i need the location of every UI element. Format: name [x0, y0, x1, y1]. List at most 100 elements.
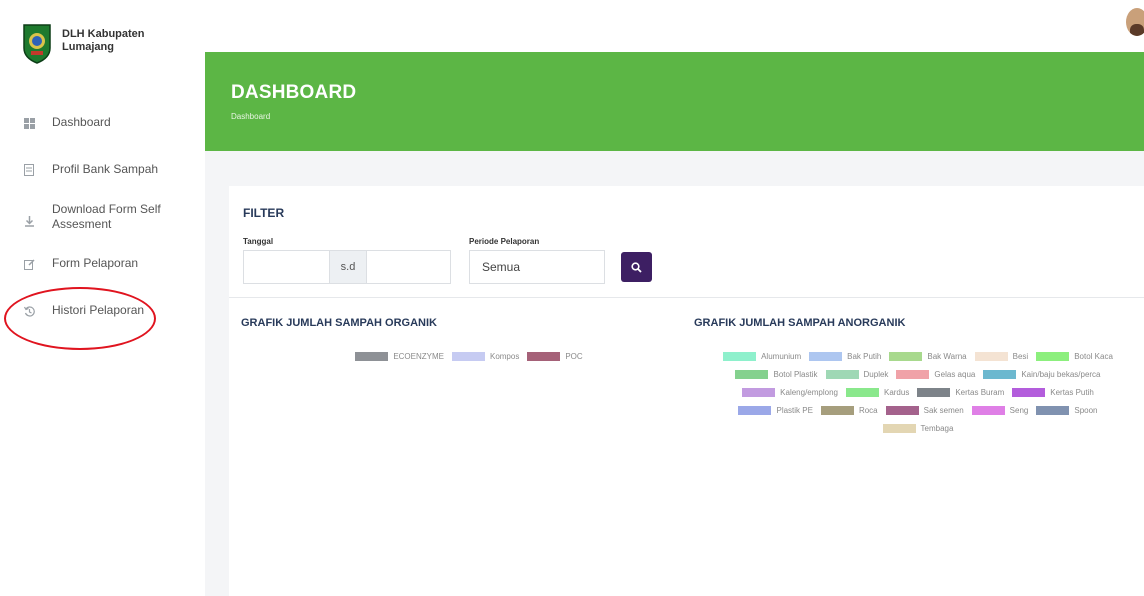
edit-icon: [22, 257, 36, 271]
legend-label: Kardus: [883, 387, 910, 397]
sidebar-item-download-form[interactable]: Download Form Self Assesment: [0, 202, 205, 232]
sidebar-item-dashboard[interactable]: Dashboard: [0, 108, 205, 138]
legend-label: Kertas Putih: [1050, 387, 1094, 397]
filter-title: FILTER: [243, 206, 285, 220]
avatar[interactable]: [1126, 8, 1144, 36]
legend-swatch: [885, 405, 919, 415]
legend-label: Duplek: [863, 369, 889, 379]
legend-label: Seng: [1009, 405, 1029, 415]
date-separator: s.d: [329, 250, 367, 284]
legend-label: Besi: [1012, 351, 1029, 361]
chart-title-anorganik: GRAFIK JUMLAH SAMPAH ANORGANIK: [694, 317, 906, 329]
legend-item[interactable]: Sak semen: [885, 404, 964, 416]
sidebar-item-profil-bank-sampah[interactable]: Profil Bank Sampah: [0, 155, 205, 185]
date-start-input[interactable]: [243, 250, 329, 284]
legend-label: Bak Warna: [927, 351, 967, 361]
sidebar-nav: Dashboard Profil Bank Sampah Download Fo…: [0, 108, 205, 343]
chart-title-organik: GRAFIK JUMLAH SAMPAH ORGANIK: [241, 317, 437, 329]
legend-swatch: [1036, 405, 1070, 415]
legend-item[interactable]: Roca: [820, 404, 878, 416]
legend-label: Tembaga: [920, 423, 954, 433]
legend-label: Kain/baju bekas/perca: [1021, 369, 1101, 379]
legend-item[interactable]: Botol Kaca: [1036, 350, 1113, 362]
legend-swatch: [738, 405, 772, 415]
legend-label: Sak semen: [923, 405, 964, 415]
periode-select[interactable]: Semua: [469, 250, 605, 284]
legend-swatch: [917, 387, 951, 397]
legend-item[interactable]: Kertas Buram: [917, 386, 1004, 398]
legend-item[interactable]: Botol Plastik: [735, 368, 818, 380]
brand-name: DLH Kabupaten Lumajang: [62, 28, 145, 53]
legend-item[interactable]: Besi: [974, 350, 1029, 362]
sidebar-item-label: Download Form Self Assesment: [52, 202, 161, 231]
legend-swatch: [742, 387, 776, 397]
legend-swatch: [1012, 387, 1046, 397]
legend-swatch: [974, 351, 1008, 361]
legend-organik: ECOENZYME Kompos POC: [329, 350, 609, 368]
legend-item[interactable]: Plastik PE: [738, 404, 813, 416]
topbar: [205, 0, 1144, 52]
tanggal-label: Tanggal: [243, 237, 274, 246]
legend-item[interactable]: Kardus: [845, 386, 910, 398]
sidebar-item-histori-pelaporan[interactable]: Histori Pelaporan: [0, 296, 205, 326]
page-title: DASHBOARD: [231, 82, 357, 103]
legend-item[interactable]: Kain/baju bekas/perca: [983, 368, 1101, 380]
legend-swatch: [355, 351, 389, 361]
sidebar: DLH Kabupaten Lumajang Dashboard Profil …: [0, 0, 205, 596]
page-header: DASHBOARD Dashboard: [205, 52, 1144, 151]
legend-swatch: [983, 369, 1017, 379]
legend-item[interactable]: Kertas Putih: [1012, 386, 1094, 398]
legend-item[interactable]: POC: [527, 350, 583, 362]
sidebar-item-label: Profil Bank Sampah: [52, 162, 159, 176]
legend-item[interactable]: Bak Putih: [809, 350, 881, 362]
search-button[interactable]: [621, 252, 652, 282]
lumajang-logo-icon: [22, 22, 52, 64]
sidebar-item-form-pelaporan[interactable]: Form Pelaporan: [0, 249, 205, 279]
legend-label: POC: [565, 351, 583, 361]
date-range-group: s.d: [243, 250, 451, 284]
breadcrumb[interactable]: Dashboard: [231, 112, 270, 121]
legend-swatch: [1036, 351, 1070, 361]
legend-item[interactable]: Spoon: [1036, 404, 1098, 416]
legend-swatch: [889, 351, 923, 361]
legend-item[interactable]: Kaleng/emplong: [742, 386, 838, 398]
legend-item[interactable]: Seng: [971, 404, 1029, 416]
legend-label: Plastik PE: [776, 405, 813, 415]
legend-swatch: [896, 369, 930, 379]
sidebar-item-label: Histori Pelaporan: [52, 303, 145, 317]
legend-swatch: [809, 351, 843, 361]
document-icon: [22, 163, 36, 177]
legend-item[interactable]: Gelas aqua: [896, 368, 975, 380]
download-icon: [22, 214, 36, 228]
legend-swatch: [825, 369, 859, 379]
legend-item[interactable]: Bak Warna: [889, 350, 967, 362]
date-end-input[interactable]: [367, 250, 451, 284]
legend-swatch: [723, 351, 757, 361]
legend-item[interactable]: Kompos: [451, 350, 520, 362]
legend-label: Kompos: [489, 351, 520, 361]
legend-item[interactable]: Alumunium: [723, 350, 801, 362]
legend-item[interactable]: Tembaga: [882, 422, 954, 434]
legend-swatch: [882, 423, 916, 433]
legend-swatch: [845, 387, 879, 397]
search-icon: [631, 261, 642, 273]
legend-item[interactable]: ECOENZYME: [355, 350, 444, 362]
legend-anorganik: Alumunium Bak Putih Bak Warna Besi Botol Kac…: [697, 350, 1139, 440]
legend-label: Spoon: [1074, 405, 1098, 415]
divider: [229, 297, 1144, 298]
legend-label: Bak Putih: [847, 351, 882, 361]
legend-swatch: [971, 405, 1005, 415]
legend-label: Roca: [858, 405, 878, 415]
brand[interactable]: DLH Kabupaten Lumajang: [22, 22, 162, 64]
periode-label: Periode Pelaporan: [469, 237, 540, 246]
legend-label: Botol Kaca: [1074, 351, 1113, 361]
dashboard-icon: [22, 116, 36, 130]
legend-swatch: [451, 351, 485, 361]
legend-swatch: [820, 405, 854, 415]
history-icon: [22, 304, 36, 318]
dashboard-card: FILTER Tanggal s.d Periode Pelaporan Sem…: [229, 186, 1144, 596]
legend-label: Kaleng/emplong: [780, 387, 838, 397]
legend-label: Kertas Buram: [955, 387, 1005, 397]
legend-item[interactable]: Duplek: [825, 368, 889, 380]
sidebar-item-label: Form Pelaporan: [52, 256, 139, 270]
